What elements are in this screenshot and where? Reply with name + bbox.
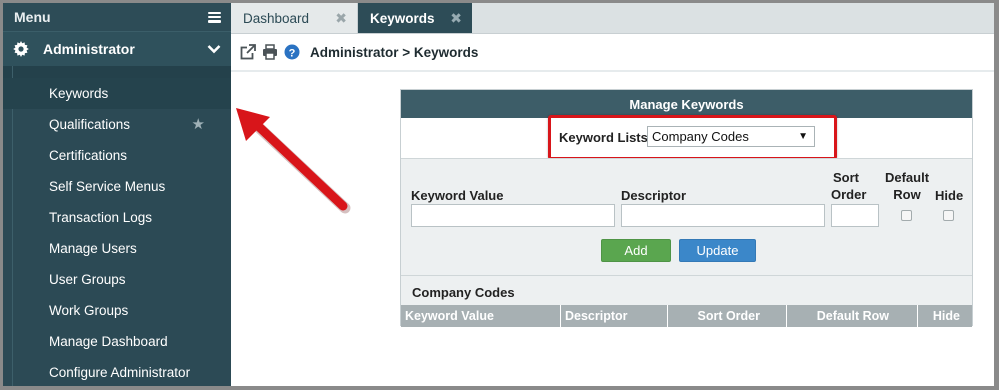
print-icon[interactable] bbox=[262, 44, 278, 60]
sidebar: Menu Administrator Keywords Qualificatio… bbox=[3, 3, 231, 386]
page-toolbar: ? Administrator > Keywords bbox=[231, 34, 994, 72]
breadcrumb: Administrator > Keywords bbox=[310, 44, 479, 60]
submenu: Keywords Qualifications ★ Certifications… bbox=[3, 66, 231, 386]
sidebar-item-label: Certifications bbox=[49, 148, 128, 163]
descriptor-label: Descriptor bbox=[621, 188, 687, 203]
app-window: Menu Administrator Keywords Qualificatio… bbox=[3, 3, 994, 386]
section-label: Administrator bbox=[43, 41, 135, 57]
sidebar-item-label: Configure Administrator bbox=[49, 365, 191, 380]
sort-order-label: Sort Order bbox=[831, 170, 867, 202]
external-link-icon[interactable] bbox=[240, 44, 256, 60]
list-title: Company Codes bbox=[412, 285, 515, 300]
gear-icon bbox=[13, 41, 29, 57]
hide-checkbox[interactable] bbox=[943, 210, 954, 221]
sidebar-item-label: User Groups bbox=[49, 272, 126, 287]
sidebar-item-label: Qualifications bbox=[49, 117, 131, 132]
sidebar-item-label: Self Service Menus bbox=[49, 179, 166, 194]
sidebar-item-label: Work Groups bbox=[49, 303, 129, 318]
sidebar-item-keywords[interactable]: Keywords bbox=[3, 78, 231, 109]
menu-header[interactable]: Menu bbox=[3, 3, 231, 31]
sidebar-item-transaction-logs[interactable]: Transaction Logs bbox=[3, 202, 231, 233]
sidebar-item-certifications[interactable]: Certifications bbox=[3, 140, 231, 171]
hamburger-icon[interactable] bbox=[208, 11, 221, 23]
list-header-row: Keyword Value Descriptor Sort Order Defa… bbox=[401, 305, 972, 327]
update-button[interactable]: Update bbox=[679, 239, 756, 262]
tab-label: Dashboard bbox=[243, 10, 310, 26]
sidebar-item-label: Manage Dashboard bbox=[49, 334, 168, 349]
sidebar-item-self-service-menus[interactable]: Self Service Menus bbox=[3, 171, 231, 202]
sidebar-item-label: Keywords bbox=[49, 86, 109, 101]
hide-label: Hide bbox=[935, 188, 964, 203]
tab-dashboard[interactable]: Dashboard ✖ bbox=[231, 3, 358, 33]
sidebar-item-label: Transaction Logs bbox=[49, 210, 153, 225]
column-header-descriptor[interactable]: Descriptor bbox=[561, 305, 668, 327]
tab-label: Keywords bbox=[370, 10, 435, 26]
menu-title: Menu bbox=[14, 9, 51, 25]
close-icon[interactable]: ✖ bbox=[335, 10, 347, 27]
column-header-keyword-value[interactable]: Keyword Value bbox=[401, 305, 561, 327]
column-header-default-row[interactable]: Default Row bbox=[787, 305, 918, 327]
star-icon[interactable]: ★ bbox=[192, 117, 205, 132]
column-header-hide[interactable]: Hide bbox=[918, 305, 972, 327]
add-button[interactable]: Add bbox=[601, 239, 671, 262]
descriptor-input[interactable] bbox=[621, 204, 825, 227]
section-administrator[interactable]: Administrator bbox=[3, 31, 231, 66]
sidebar-item-work-groups[interactable]: Work Groups bbox=[3, 295, 231, 326]
chevron-down-icon[interactable] bbox=[207, 44, 221, 54]
sidebar-item-configure-administrator[interactable]: Configure Administrator bbox=[3, 357, 231, 386]
panel-title: Manage Keywords bbox=[401, 90, 972, 118]
keyword-value-input[interactable] bbox=[411, 204, 615, 227]
manage-keywords-panel: Manage Keywords Keyword Lists Company Co… bbox=[400, 89, 973, 327]
sidebar-item-qualifications[interactable]: Qualifications ★ bbox=[3, 109, 231, 140]
close-icon[interactable]: ✖ bbox=[450, 10, 462, 27]
column-header-sort-order[interactable]: Sort Order bbox=[668, 305, 787, 327]
keyword-lists-row: Keyword Lists Company Codes ▼ bbox=[401, 115, 972, 160]
tab-bar: Dashboard ✖ Keywords ✖ bbox=[231, 3, 994, 34]
sort-order-input[interactable] bbox=[831, 204, 879, 227]
default-row-checkbox[interactable] bbox=[901, 210, 912, 221]
help-icon[interactable]: ? bbox=[284, 44, 300, 60]
highlight-box bbox=[548, 115, 837, 160]
sidebar-item-label: Manage Users bbox=[49, 241, 137, 256]
keyword-form: Keyword Value Descriptor Sort Order Defa… bbox=[401, 158, 972, 276]
svg-text:?: ? bbox=[289, 47, 296, 59]
sidebar-item-manage-dashboard[interactable]: Manage Dashboard bbox=[3, 326, 231, 357]
tab-keywords[interactable]: Keywords ✖ bbox=[358, 3, 472, 33]
default-row-label: Default Row bbox=[884, 170, 930, 202]
sidebar-item-manage-users[interactable]: Manage Users bbox=[3, 233, 231, 264]
keyword-value-label: Keyword Value bbox=[411, 188, 504, 203]
keyword-list: Company Codes Keyword Value Descriptor S… bbox=[401, 275, 972, 327]
annotation-arrow bbox=[236, 108, 351, 214]
sidebar-item-user-groups[interactable]: User Groups bbox=[3, 264, 231, 295]
